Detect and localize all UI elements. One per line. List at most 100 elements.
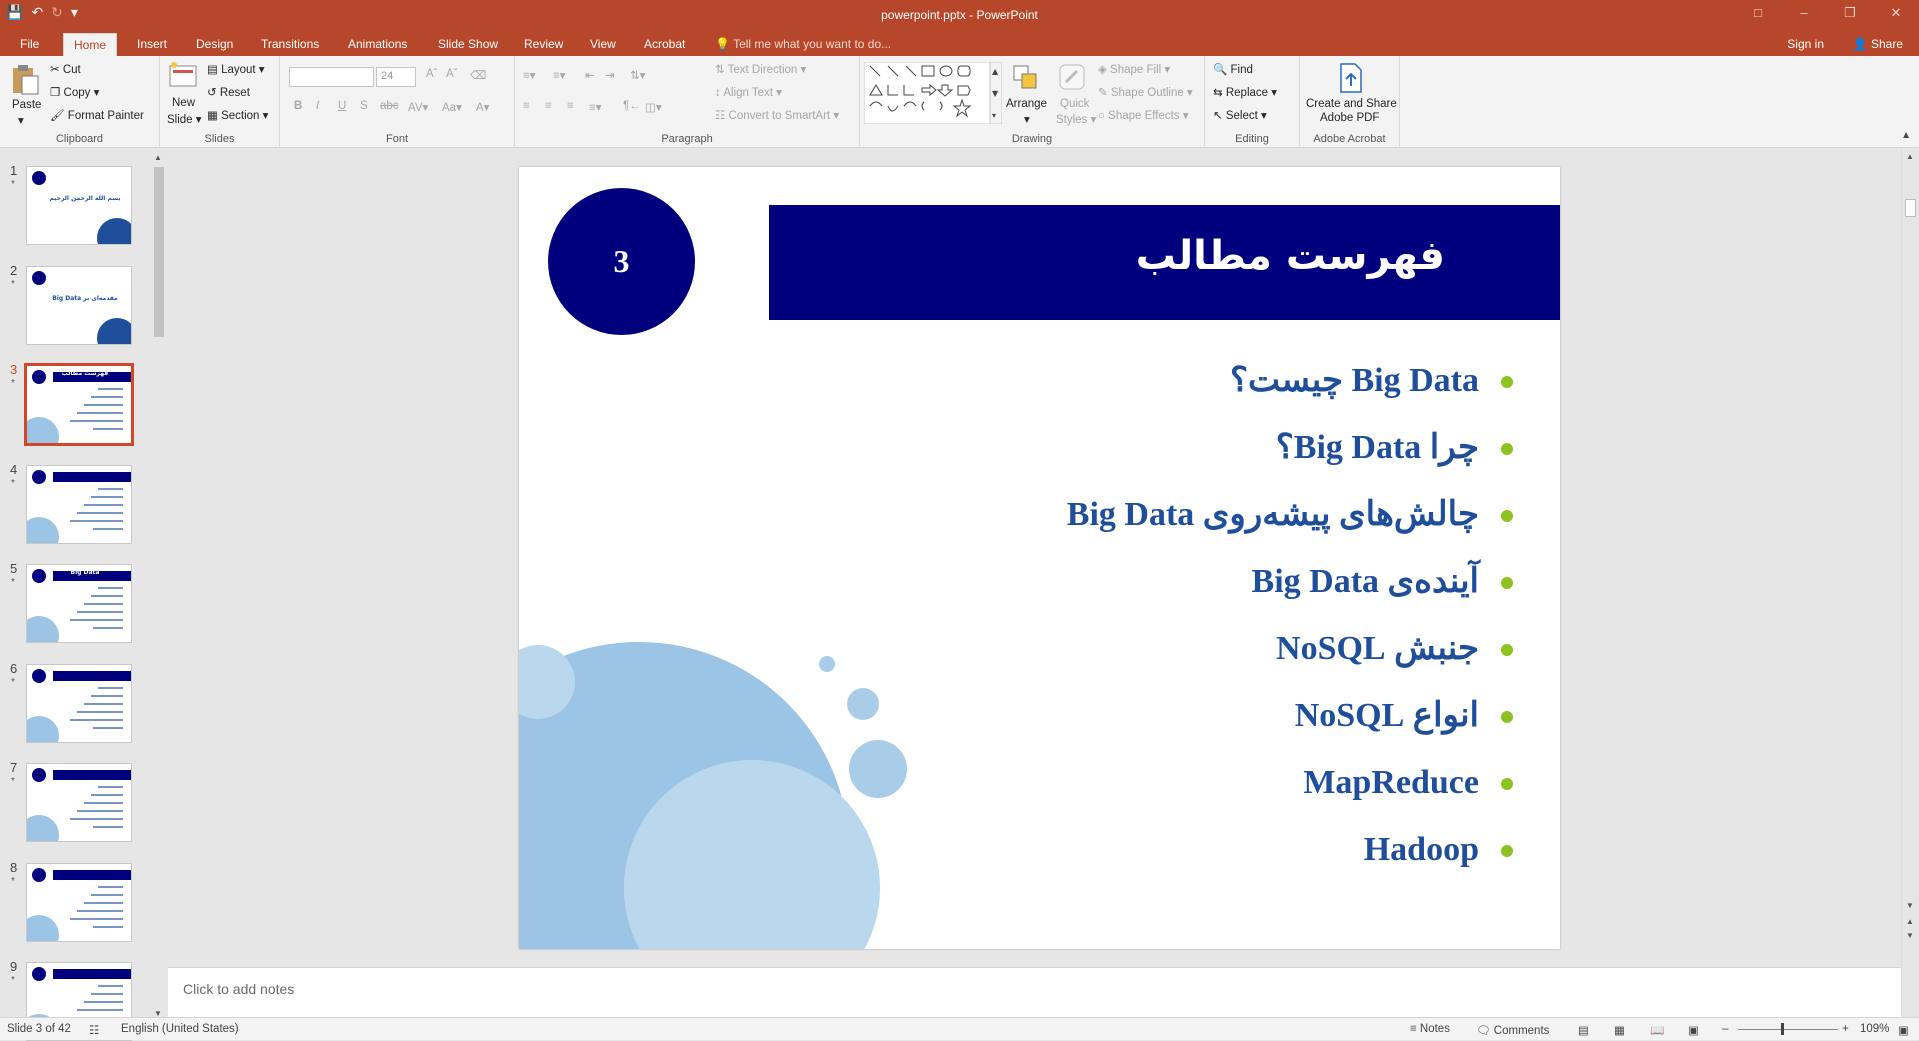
bullet-item[interactable]: چالش‌های پیشه‌روی Big Data xyxy=(715,491,1515,558)
paste-icon[interactable] xyxy=(10,64,40,96)
align-left-icon[interactable]: ≡ xyxy=(523,100,530,112)
reading-view-icon[interactable]: 📖 xyxy=(1650,1023,1664,1037)
text-direction-button[interactable]: ⇅ Text Direction ▾ xyxy=(715,62,806,76)
restore-icon[interactable]: ❐ xyxy=(1827,0,1873,30)
next-slide-icon[interactable]: ▼ xyxy=(1906,931,1914,940)
notes-pane[interactable]: Click to add notes xyxy=(168,967,1901,1017)
new-slide-button[interactable]: Slide ▾ xyxy=(167,112,202,126)
tab-view[interactable]: View xyxy=(580,33,626,56)
bullets-icon[interactable]: ≡▾ xyxy=(523,68,535,82)
italic-icon[interactable]: I xyxy=(316,100,319,112)
tab-transitions[interactable]: Transitions xyxy=(251,33,329,56)
align-center-icon[interactable]: ≡ xyxy=(545,100,552,112)
slide-title[interactable]: فهرست مطالب xyxy=(1136,233,1445,279)
slide-canvas[interactable]: فهرست مطالب 3 Big Data چیست؟ چرا Big Data… xyxy=(519,167,1560,949)
tab-review[interactable]: Review xyxy=(514,33,573,56)
tab-file[interactable]: File xyxy=(10,33,49,56)
tell-me-box[interactable]: 💡 Tell me what you want to do... xyxy=(715,33,891,56)
tab-animations[interactable]: Animations xyxy=(338,33,417,56)
spelling-icon[interactable]: ☷ xyxy=(89,1023,99,1037)
rtl-icon[interactable]: ¶← xyxy=(623,100,641,112)
shapes-gallery[interactable]: ▲ ▼ ▾ xyxy=(864,62,1002,124)
slide-thumbnail[interactable] xyxy=(26,464,132,544)
comments-toggle[interactable]: 🗨 Comments xyxy=(1476,1023,1549,1037)
shape-outline-button[interactable]: ✎ Shape Outline ▾ xyxy=(1098,85,1193,99)
slide-thumbnail[interactable]: فهرست مطالب xyxy=(24,363,134,446)
slide-number-circle[interactable]: 3 xyxy=(548,188,695,335)
minimize-icon[interactable]: – xyxy=(1781,0,1827,30)
scroll-down-icon[interactable]: ▼ xyxy=(1906,901,1914,910)
create-share-label-2[interactable]: Adobe PDF xyxy=(1320,112,1379,124)
scroll-up-icon[interactable]: ▲ xyxy=(154,153,162,162)
previous-slide-icon[interactable]: ▲ xyxy=(1906,917,1914,926)
arrange-button[interactable]: Arrange xyxy=(1006,98,1047,110)
bullet-item[interactable]: آینده‌ی Big Data xyxy=(715,558,1515,625)
slide-thumbnail[interactable] xyxy=(26,763,132,842)
reset-button[interactable]: ↺ Reset xyxy=(207,85,250,99)
slide-thumbnail[interactable]: مقدمه‌ای بر Big Data xyxy=(26,265,132,345)
thumbnail-scroll-thumb[interactable] xyxy=(154,167,164,337)
paste-button[interactable]: Paste xyxy=(12,99,41,111)
align-text-button[interactable]: ↕ Align Text ▾ xyxy=(715,85,782,99)
slide-scroll-thumb[interactable] xyxy=(1905,199,1916,217)
slide-thumbnail[interactable] xyxy=(26,663,132,743)
font-color-icon[interactable]: A▾ xyxy=(476,100,489,114)
quick-styles-icon[interactable] xyxy=(1057,62,1087,94)
find-button[interactable]: 🔍 Find xyxy=(1213,62,1253,76)
zoom-slider-thumb[interactable] xyxy=(1781,1023,1784,1035)
justify-icon[interactable]: ≡▾ xyxy=(589,100,601,114)
arrange-icon[interactable] xyxy=(1012,62,1042,94)
copy-button[interactable]: ❐ Copy ▾ xyxy=(50,85,99,99)
font-size-combo[interactable]: 24 xyxy=(376,67,416,87)
clear-format-icon[interactable]: ⌫ xyxy=(470,68,486,82)
fit-slide-icon[interactable]: ▣ xyxy=(1898,1023,1909,1037)
slideshow-view-icon[interactable]: ▣ xyxy=(1688,1023,1699,1037)
cut-button[interactable]: ✂ Cut xyxy=(50,62,81,76)
paste-dropdown-icon[interactable]: ▾ xyxy=(18,113,24,127)
align-right-icon[interactable]: ≡ xyxy=(567,100,574,112)
bullet-item[interactable]: انواع NoSQL xyxy=(715,692,1515,759)
slide-scrollbar[interactable]: ▲ ▼ ▲ ▼ xyxy=(1901,149,1919,1017)
close-icon[interactable]: ✕ xyxy=(1873,0,1919,30)
new-slide-label-1[interactable]: New xyxy=(172,97,195,109)
scroll-up-icon[interactable]: ▲ xyxy=(1906,152,1914,161)
shrink-font-icon[interactable]: Aˇ xyxy=(446,68,458,80)
tab-insert[interactable]: Insert xyxy=(127,33,177,56)
font-name-combo[interactable] xyxy=(289,67,374,87)
bullet-item[interactable]: چرا Big Data؟ xyxy=(715,424,1515,491)
format-painter-button[interactable]: 🖌 Format Painter xyxy=(50,108,144,122)
bold-icon[interactable]: B xyxy=(294,100,302,112)
decrease-indent-icon[interactable]: ⇤ xyxy=(585,68,595,82)
increase-indent-icon[interactable]: ⇥ xyxy=(605,68,615,82)
zoom-slider[interactable] xyxy=(1738,1029,1838,1030)
tab-acrobat[interactable]: Acrobat xyxy=(634,33,695,56)
zoom-in-icon[interactable]: + xyxy=(1842,1023,1849,1035)
slide-count[interactable]: Slide 3 of 42 xyxy=(7,1023,71,1035)
ribbon-display-icon[interactable]: □ xyxy=(1735,0,1781,30)
underline-icon[interactable]: U xyxy=(338,100,346,112)
replace-button[interactable]: ⇆ Replace ▾ xyxy=(1213,85,1277,99)
convert-smartart-button[interactable]: ☷ Convert to SmartArt ▾ xyxy=(715,108,839,122)
share-button[interactable]: 👤 Share xyxy=(1853,33,1903,56)
create-share-label-1[interactable]: Create and Share xyxy=(1306,98,1397,110)
zoom-level[interactable]: 109% xyxy=(1860,1023,1889,1035)
notes-placeholder[interactable]: Click to add notes xyxy=(183,981,294,997)
columns-icon[interactable]: ◫▾ xyxy=(645,100,662,114)
shape-effects-button[interactable]: ○ Shape Effects ▾ xyxy=(1098,108,1189,122)
char-spacing-icon[interactable]: AV▾ xyxy=(408,100,428,114)
quick-styles-label-1[interactable]: Quick xyxy=(1060,98,1089,110)
strikethrough-icon[interactable]: abc xyxy=(380,100,399,112)
tab-slide-show[interactable]: Slide Show xyxy=(428,33,508,56)
quick-styles-button[interactable]: Styles ▾ xyxy=(1056,112,1096,126)
thumbnail-scrollbar[interactable]: ▲ ▼ xyxy=(151,153,167,1018)
numbering-icon[interactable]: ≡▾ xyxy=(553,68,565,82)
slide-thumbnail[interactable]: بسم الله الرحمن الرحيم xyxy=(26,166,132,245)
bullet-item[interactable]: Big Data چیست؟ xyxy=(715,357,1515,424)
language-indicator[interactable]: English (United States) xyxy=(121,1023,239,1035)
new-slide-icon[interactable] xyxy=(168,62,198,94)
section-button[interactable]: ▦ Section ▾ xyxy=(207,108,268,122)
tab-design[interactable]: Design xyxy=(186,33,243,56)
line-spacing-icon[interactable]: ⇅▾ xyxy=(630,68,645,82)
create-pdf-icon[interactable] xyxy=(1335,62,1365,94)
slide-sorter-icon[interactable]: ▦ xyxy=(1614,1023,1625,1037)
